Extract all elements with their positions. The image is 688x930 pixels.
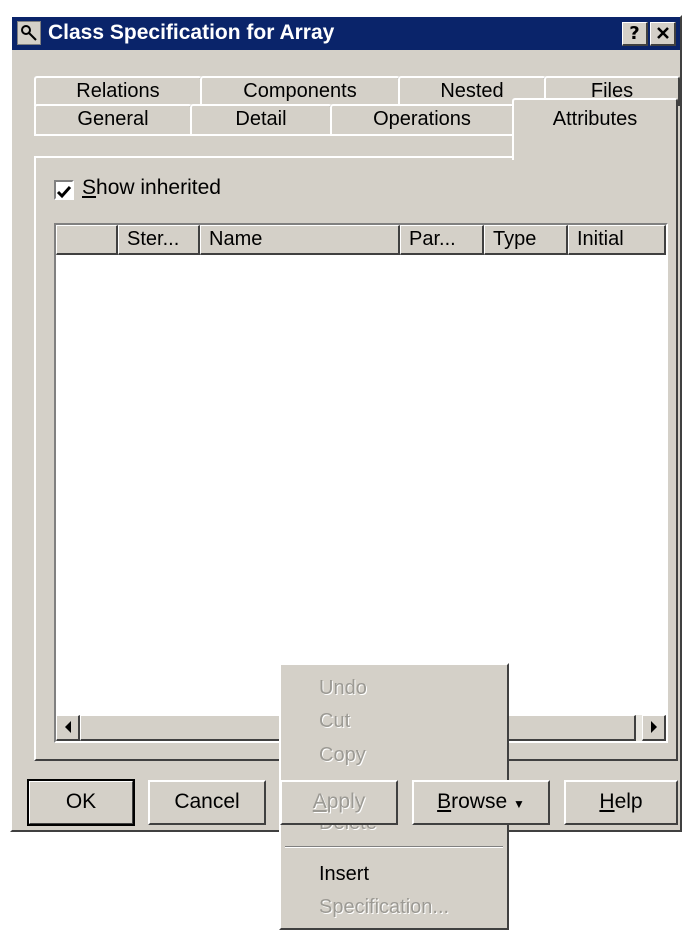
arrow-right-icon <box>650 721 657 733</box>
menu-item-specification[interactable]: Specification... <box>319 896 449 919</box>
apply-button[interactable]: Apply <box>280 780 398 825</box>
attributes-list[interactable]: Ster... Name Par... Type Initial Undo Cu… <box>54 223 668 930</box>
menu-item-insert[interactable]: Insert <box>319 863 369 886</box>
tab-relations[interactable]: Relations <box>34 76 202 106</box>
tab-detail-label: Detail <box>235 108 287 130</box>
tab-attributes[interactable]: Attributes <box>512 98 678 160</box>
column-header-parent[interactable]: Par... <box>400 225 484 255</box>
tab-general[interactable]: General <box>34 104 192 136</box>
help-title-button[interactable]: ? <box>622 22 648 46</box>
column-header-stereotype[interactable]: Ster... <box>118 225 200 255</box>
show-inherited-checkbox[interactable] <box>54 180 74 200</box>
column-header-type[interactable]: Type <box>484 225 568 255</box>
close-icon <box>656 27 669 39</box>
checkmark-icon <box>56 186 72 199</box>
tab-operations-label: Operations <box>373 108 471 130</box>
tab-components[interactable]: Components <box>200 76 400 106</box>
show-inherited-label[interactable]: Show inherited <box>82 176 221 200</box>
window-title: Class Specification for Array <box>48 21 335 44</box>
title-bar[interactable]: Class Specification for Array ? <box>12 17 680 50</box>
tab-attributes-label: Attributes <box>552 108 638 130</box>
browse-button[interactable]: Browse ▼ <box>412 780 550 825</box>
class-specification-icon <box>17 21 41 45</box>
tab-detail[interactable]: Detail <box>190 104 332 136</box>
tab-nested-label: Nested <box>440 80 504 102</box>
tab-components-label: Components <box>243 80 357 102</box>
column-header-name[interactable]: Name <box>200 225 400 255</box>
help-button[interactable]: Help <box>564 780 678 825</box>
column-header-icon[interactable] <box>56 225 118 255</box>
close-title-button[interactable] <box>650 22 676 46</box>
class-specification-dialog: Class Specification for Array ? Relation… <box>10 15 682 930</box>
tab-operations[interactable]: Operations <box>330 104 514 136</box>
menu-separator <box>285 846 503 848</box>
ok-button[interactable]: OK <box>27 779 135 826</box>
cancel-button[interactable]: Cancel <box>148 780 266 825</box>
dropdown-arrow-icon: ▼ <box>513 797 525 811</box>
scroll-right-button[interactable] <box>642 715 666 741</box>
scroll-left-button[interactable] <box>56 715 80 741</box>
menu-item-copy[interactable]: Copy <box>319 744 366 767</box>
tab-general-label: General <box>77 108 149 130</box>
menu-item-cut[interactable]: Cut <box>319 710 350 733</box>
arrow-left-icon <box>64 721 71 733</box>
menu-item-undo[interactable]: Undo <box>319 677 367 700</box>
column-header-initial[interactable]: Initial <box>568 225 666 255</box>
tab-relations-label: Relations <box>76 80 160 102</box>
